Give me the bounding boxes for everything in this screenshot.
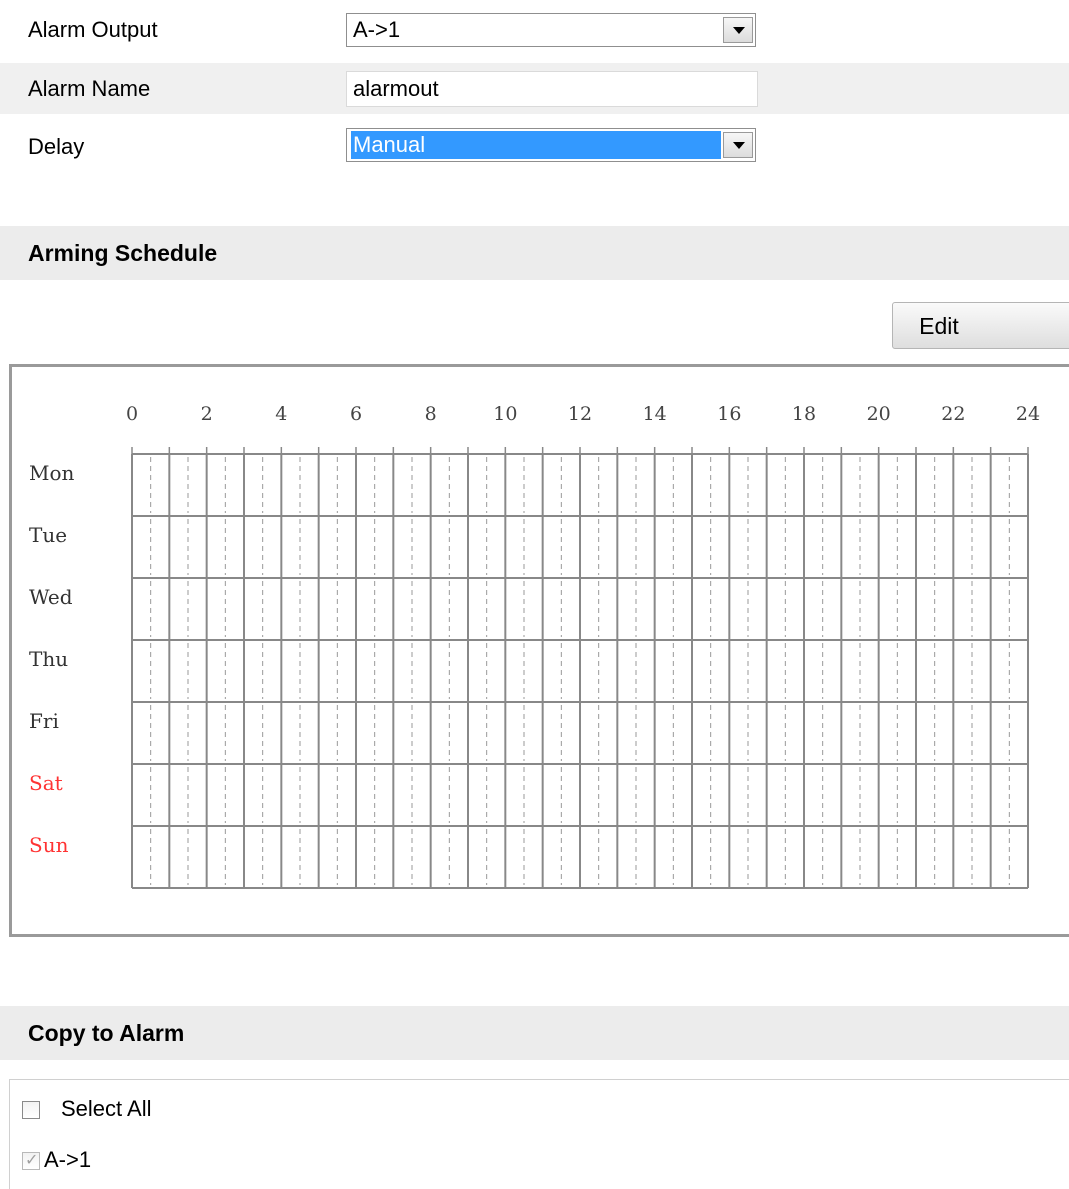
hour-label: 6 <box>350 403 362 425</box>
arming-schedule-header: Arming Schedule <box>0 226 1069 280</box>
edit-button[interactable]: Edit <box>892 302 1069 349</box>
hour-label: 10 <box>493 403 517 425</box>
alarm-output-select[interactable]: A->1 <box>346 13 756 47</box>
day-label: Sun <box>29 833 69 857</box>
hour-label: 24 <box>1016 403 1040 425</box>
delay-label: Delay <box>28 134 85 159</box>
schedule-panel: 0 2 4 6 8 10 12 14 16 18 20 22 24 Mon Tue Wed Thu Fri Sat S… <box>9 364 1069 937</box>
day-label: Wed <box>29 585 73 609</box>
hour-label: 22 <box>941 403 965 425</box>
hour-label: 20 <box>867 403 891 425</box>
alarm-a1-label: A->1 <box>44 1147 92 1172</box>
alarm-a1-checkbox <box>22 1150 40 1170</box>
alarm-name-input[interactable] <box>346 71 758 107</box>
alarm-name-label: Alarm Name <box>28 76 151 101</box>
copy-panel-border <box>9 1079 1069 1080</box>
day-label: Fri <box>29 709 59 733</box>
hour-label: 8 <box>425 403 437 425</box>
day-label: Mon <box>29 461 75 485</box>
schedule-grid[interactable]: 0 2 4 6 8 10 12 14 16 18 20 22 24MonTueWedThuFriSatS… <box>12 367 1069 940</box>
arming-schedule-title: Arming Schedule <box>28 240 218 266</box>
hour-label: 4 <box>275 403 287 425</box>
copy-panel-border-left <box>9 1079 10 1189</box>
day-label: Tue <box>29 523 67 547</box>
hour-label: 18 <box>792 403 816 425</box>
hour-label: 12 <box>568 403 592 425</box>
delay-select[interactable]: Manual <box>346 128 756 162</box>
copy-to-alarm-header: Copy to Alarm <box>0 1006 1069 1060</box>
copy-to-alarm-title: Copy to Alarm <box>28 1020 185 1046</box>
delay-value: Manual <box>351 131 721 159</box>
chevron-down-icon[interactable] <box>723 132 753 158</box>
alarm-output-value: A->1 <box>353 17 401 42</box>
chevron-down-icon[interactable] <box>723 17 753 43</box>
day-label: Sat <box>29 771 63 795</box>
select-all-label: Select All <box>61 1096 152 1121</box>
select-all-checkbox[interactable] <box>22 1101 40 1119</box>
day-label: Thu <box>29 647 68 671</box>
hour-label: 14 <box>643 403 667 425</box>
hour-label: 2 <box>201 403 213 425</box>
hour-label: 0 <box>126 403 138 425</box>
hour-label: 16 <box>717 403 741 425</box>
alarm-output-label: Alarm Output <box>28 17 158 42</box>
